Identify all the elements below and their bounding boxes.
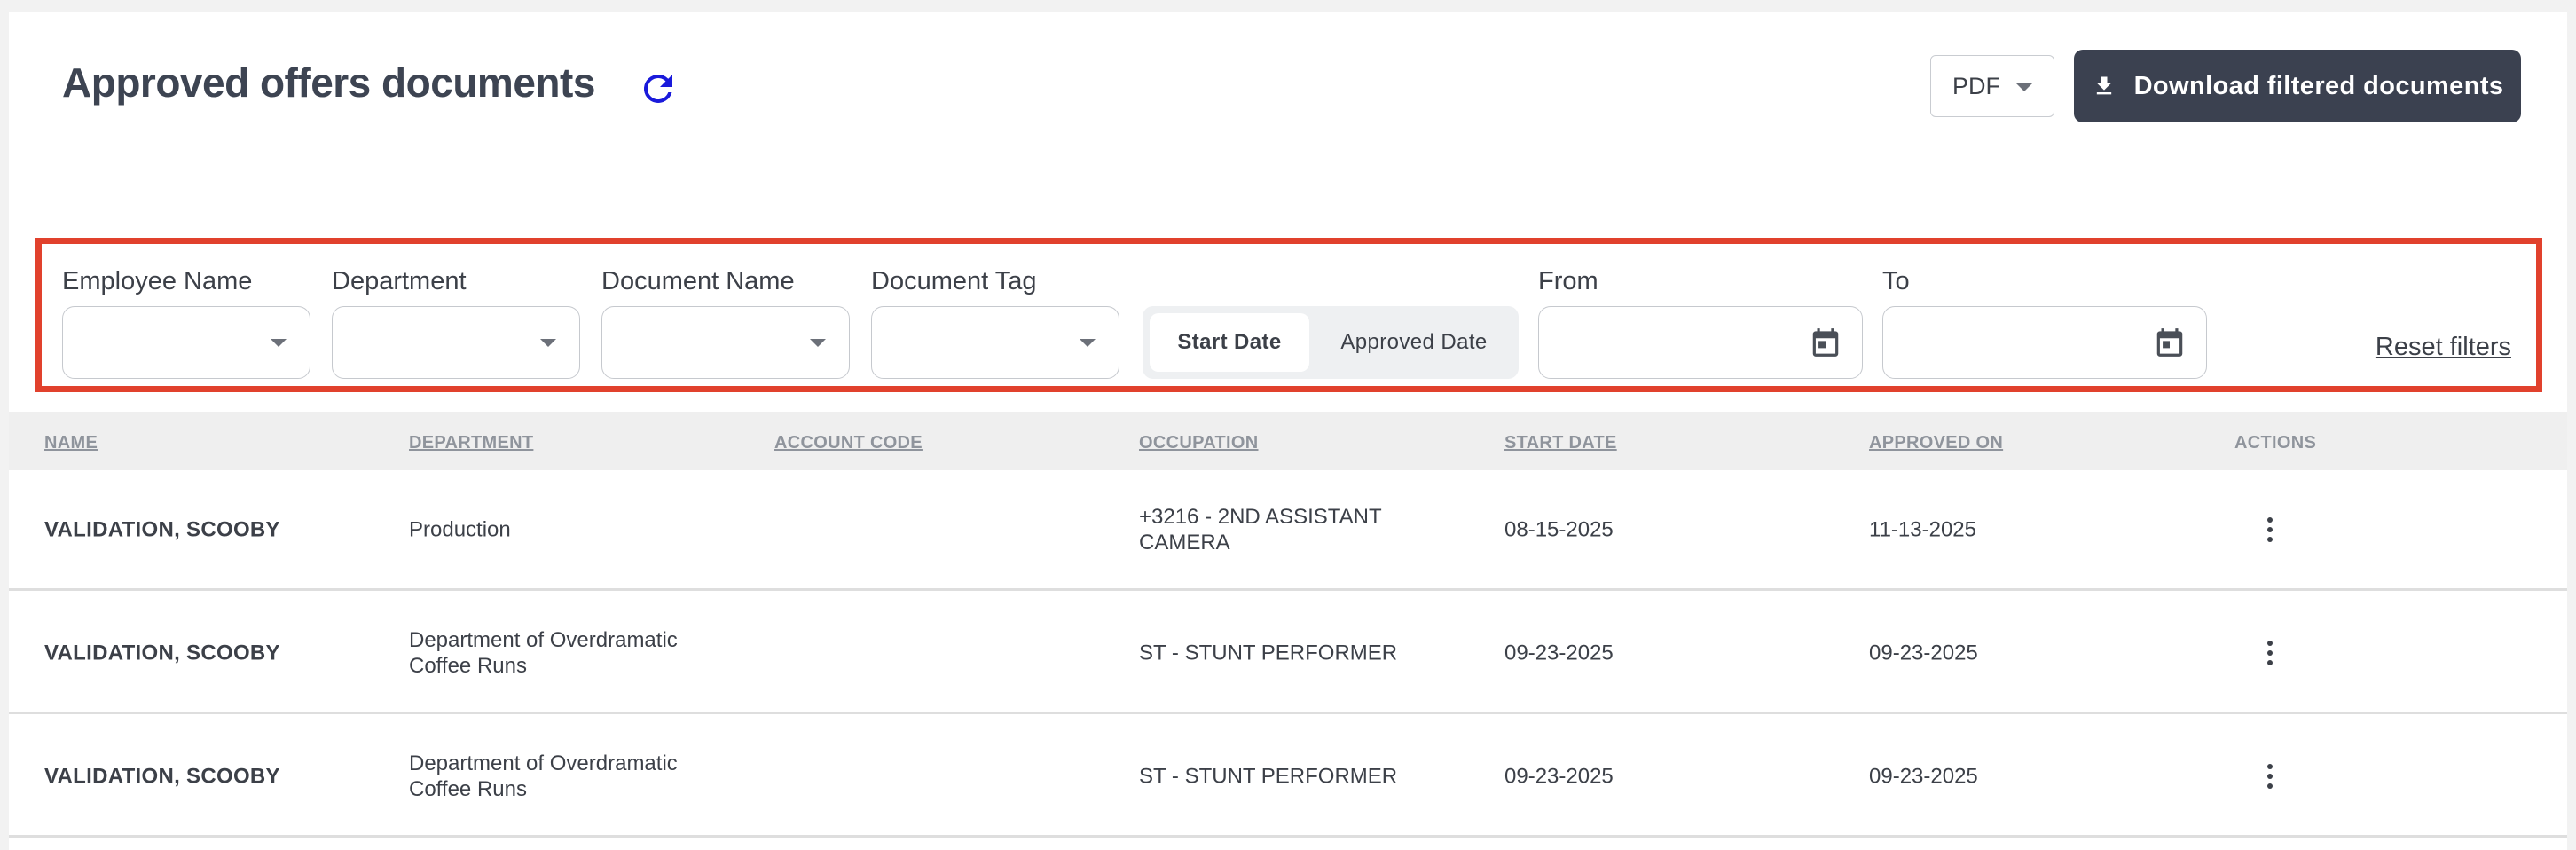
download-icon xyxy=(2096,76,2111,95)
document-tag-select[interactable] xyxy=(871,306,1119,379)
column-header-actions: ACTIONS xyxy=(2234,433,2317,453)
refresh-icon[interactable] xyxy=(637,67,679,110)
calendar-icon[interactable] xyxy=(2153,325,2187,360)
cell-department: Production xyxy=(409,517,511,541)
document-name-label: Document Name xyxy=(601,267,795,295)
column-header-account-code[interactable]: ACCOUNT CODE xyxy=(774,433,923,453)
cell-occupation: ST - STUNT PERFORMER xyxy=(1139,764,1398,788)
filter-bar: Employee Name Department Document Name D… xyxy=(35,238,2542,392)
table-row[interactable]: VALIDATION, SCOOBY Production +3216 - 2N… xyxy=(9,470,2567,591)
column-header-start-date[interactable]: START DATE xyxy=(1504,433,1617,453)
column-header-occupation[interactable]: OCCUPATION xyxy=(1139,433,1258,453)
from-label: From xyxy=(1538,267,1598,295)
cell-department: Department of Overdramatic Coffee Runs xyxy=(409,627,678,678)
toggle-start-date[interactable]: Start Date xyxy=(1150,313,1309,372)
table-header: NAME DEPARTMENT ACCOUNT CODE OCCUPATION … xyxy=(9,412,2567,470)
employee-name-select[interactable] xyxy=(62,306,310,379)
date-type-toggle: Start Date Approved Date xyxy=(1143,306,1519,379)
column-header-approved-on[interactable]: APPROVED ON xyxy=(1869,433,2003,453)
cell-name: VALIDATION, SCOOBY xyxy=(44,517,280,541)
chevron-down-icon xyxy=(2016,83,2032,91)
to-label: To xyxy=(1882,267,1910,295)
more-vertical-icon[interactable] xyxy=(2257,512,2283,547)
employee-name-label: Employee Name xyxy=(62,267,253,295)
calendar-icon[interactable] xyxy=(1809,325,1842,360)
from-date-input[interactable] xyxy=(1538,306,1863,379)
to-date-input[interactable] xyxy=(1882,306,2207,379)
column-header-department[interactable]: DEPARTMENT xyxy=(409,433,533,453)
table-row[interactable]: VALIDATION, SCOOBY Department of Overdra… xyxy=(9,594,2567,714)
document-tag-label: Document Tag xyxy=(871,267,1037,295)
document-name-select[interactable] xyxy=(601,306,850,379)
cell-name: VALIDATION, SCOOBY xyxy=(44,641,280,665)
cell-approved-on: 09-23-2025 xyxy=(1869,764,1978,788)
more-vertical-icon[interactable] xyxy=(2257,759,2283,794)
chevron-down-icon xyxy=(540,339,556,347)
format-select-value: PDF xyxy=(1952,72,2000,99)
reset-filters-link[interactable]: Reset filters xyxy=(2376,333,2511,362)
table-row[interactable]: VALIDATION, SCOOBY Department of Overdra… xyxy=(9,717,2567,838)
format-select[interactable]: PDF xyxy=(1930,55,2054,117)
chevron-down-icon xyxy=(1080,339,1096,347)
chevron-down-icon xyxy=(271,339,287,347)
download-button-label: Download filtered documents xyxy=(2133,71,2504,100)
department-select[interactable] xyxy=(332,306,580,379)
column-header-name[interactable]: NAME xyxy=(44,433,98,453)
toggle-approved-date[interactable]: Approved Date xyxy=(1316,313,1512,372)
cell-approved-on: 11-13-2025 xyxy=(1869,517,1976,541)
page-title: Approved offers documents xyxy=(62,59,595,106)
download-filtered-documents-button[interactable]: Download filtered documents xyxy=(2074,50,2521,122)
cell-approved-on: 09-23-2025 xyxy=(1869,641,1978,665)
cell-occupation: +3216 - 2ND ASSISTANT CAMERA xyxy=(1139,504,1382,555)
cell-start-date: 09-23-2025 xyxy=(1504,764,1614,788)
cell-start-date: 09-23-2025 xyxy=(1504,641,1614,665)
more-vertical-icon[interactable] xyxy=(2257,635,2283,671)
chevron-down-icon xyxy=(810,339,826,347)
cell-department: Department of Overdramatic Coffee Runs xyxy=(409,751,678,801)
department-label: Department xyxy=(332,267,467,295)
cell-name: VALIDATION, SCOOBY xyxy=(44,764,280,788)
cell-start-date: 08-15-2025 xyxy=(1504,517,1614,541)
cell-occupation: ST - STUNT PERFORMER xyxy=(1139,641,1398,665)
